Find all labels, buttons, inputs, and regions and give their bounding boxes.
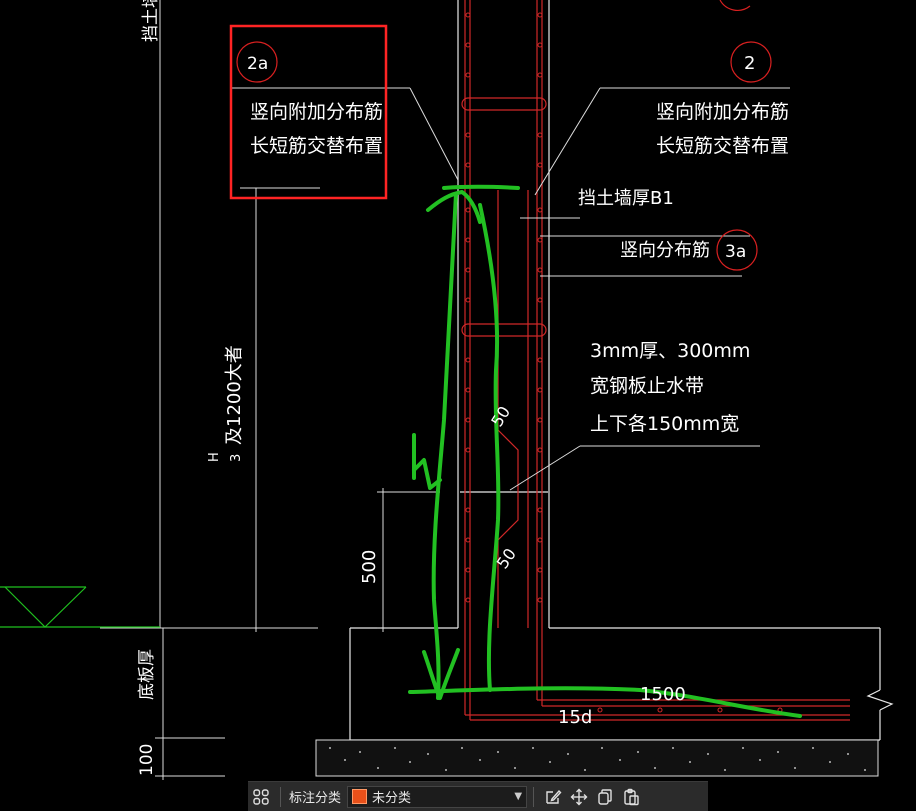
top-left-label: 挡土墙 (141, 0, 161, 42)
callout-2a-line2: 长短筋交替布置 (250, 135, 383, 157)
gravel-base (315, 739, 879, 777)
wall-thickness-label: 挡土墙厚B1 (578, 188, 674, 209)
base-thickness-label: 底板厚 (137, 649, 157, 700)
edit-icon[interactable] (540, 784, 566, 810)
move-icon[interactable] (566, 784, 592, 810)
toolbar-separator (280, 786, 281, 807)
annotation-toolbar: 标注分类 未分类 ▼ (248, 781, 708, 811)
height-label-1: H (207, 452, 222, 462)
category-color-swatch (352, 789, 368, 804)
toolbar-separator (533, 786, 535, 807)
dim-15d: 15d (558, 707, 592, 728)
category-value: 未分类 (372, 791, 412, 806)
waterstop-line3: 上下各150mm宽 (590, 413, 739, 435)
waterstop-line2: 宽钢板止水带 (590, 375, 704, 397)
dim-100: 100 (137, 744, 157, 776)
category-dropdown[interactable]: 未分类 ▼ (347, 785, 528, 808)
grid-icon[interactable] (248, 784, 274, 810)
height-label-3: 及1200大者 (224, 345, 245, 445)
waterstop-line1: 3mm厚、300mm (590, 340, 750, 362)
chevron-down-icon: ▼ (514, 791, 523, 802)
callout-2-id: 2 (744, 53, 755, 74)
callout-2-line2: 长短筋交替布置 (656, 135, 789, 157)
callout-2a-line1: 竖向附加分布筋 (250, 101, 383, 123)
callout-2a-id: 2a (247, 54, 268, 74)
copy-icon[interactable] (592, 784, 618, 810)
category-label: 标注分类 (289, 791, 342, 806)
paste-icon[interactable] (618, 784, 644, 810)
vertical-rebar-label: 竖向分布筋 (620, 240, 710, 261)
callout-3a-id: 3a (725, 242, 746, 262)
height-label-2: 3 (229, 454, 244, 462)
dim-500: 500 (359, 550, 380, 584)
dim-1500: 1500 (640, 684, 686, 705)
callout-2-line1: 竖向附加分布筋 (656, 101, 789, 123)
cad-drawing-canvas[interactable]: 2a 竖向附加分布筋 长短筋交替布置 2 竖向附加分布筋 长短筋交替布置 挡土墙… (0, 0, 916, 810)
